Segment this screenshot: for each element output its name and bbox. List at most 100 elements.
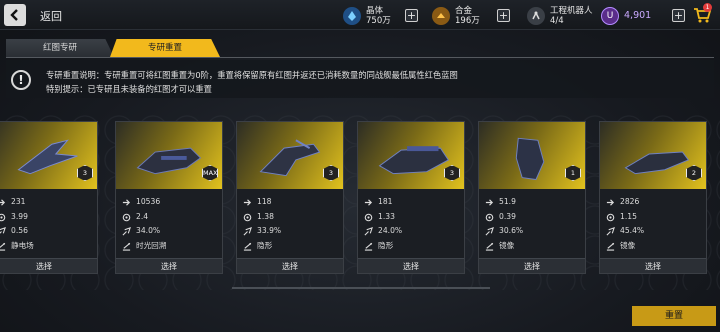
- stat-row: 34.0%: [116, 224, 222, 239]
- scrollbar[interactable]: [232, 287, 490, 289]
- crystal-resource: 晶体 750万: [343, 5, 391, 27]
- stat-row: 51.9: [479, 195, 585, 210]
- stat-value: 118: [257, 197, 272, 206]
- stat-list: 231 3.99 0.56 静电场: [0, 195, 97, 253]
- ability-icon: [122, 242, 131, 251]
- stat-row: 10536: [116, 195, 222, 210]
- blueprint-card[interactable]: 3 181 1.33 24.0% 隐形 选择: [357, 121, 465, 274]
- stat-icon: [606, 227, 615, 236]
- tab-research-reset[interactable]: 专研重置: [110, 39, 220, 57]
- currency-resource: U 4,901: [601, 5, 651, 27]
- robot-label: 工程机器人: [550, 6, 593, 16]
- stat-value: 45.4%: [620, 226, 645, 235]
- ability-row: 镜像: [600, 239, 706, 254]
- ability-name: 镜像: [620, 240, 636, 250]
- stat-value: 2.4: [136, 211, 149, 221]
- stat-row: 1.38: [237, 210, 343, 225]
- stat-value: 0.39: [499, 211, 516, 221]
- stat-row: 2826: [600, 195, 706, 210]
- crystal-label: 晶体: [366, 6, 384, 16]
- stat-row: 45.4%: [600, 224, 706, 239]
- stat-icon: [606, 198, 615, 207]
- chevron-left-icon: [10, 9, 18, 21]
- back-label: 返回: [40, 10, 62, 23]
- ability-row: 镜像: [479, 239, 585, 254]
- cart-badge: 1: [703, 3, 712, 12]
- stat-row: 33.9%: [237, 224, 343, 239]
- blueprint-card[interactable]: 3 118 1.38 33.9% 隐形 选择: [236, 121, 344, 274]
- stat-value: 0.56: [11, 226, 28, 235]
- select-button[interactable]: 选择: [479, 258, 585, 273]
- stat-icon: [243, 227, 252, 236]
- stat-value: 24.0%: [378, 226, 403, 235]
- stat-value: 1.38: [257, 211, 274, 221]
- ability-icon: [243, 242, 252, 251]
- blueprint-card[interactable]: 2 2826 1.15 45.4% 镜像 选择: [599, 121, 707, 274]
- blueprint-card[interactable]: 3 231 3.99 0.56 静电场 选择: [0, 121, 98, 274]
- alloy-icon: [432, 7, 450, 25]
- reset-tip: 特别提示：已专研且未装备的红图才可以重置: [46, 84, 212, 94]
- select-button[interactable]: 选择: [237, 258, 343, 273]
- add-currency-button[interactable]: +: [672, 9, 685, 22]
- stat-icon: [606, 213, 615, 222]
- stat-icon: [0, 227, 6, 236]
- stat-row: 181: [358, 195, 464, 210]
- stat-icon: [485, 227, 494, 236]
- add-alloy-button[interactable]: +: [497, 9, 510, 22]
- ability-icon: [606, 242, 615, 251]
- stat-row: 3.99: [0, 210, 97, 225]
- stat-row: 118: [237, 195, 343, 210]
- select-button[interactable]: 选择: [358, 258, 464, 273]
- select-button[interactable]: 选择: [0, 258, 97, 273]
- stat-icon: [364, 198, 373, 207]
- ability-row: 时光回溯: [116, 239, 222, 254]
- add-crystal-button[interactable]: +: [405, 9, 418, 22]
- robot-resource: 工程机器人 4/4: [527, 5, 593, 27]
- stat-list: 118 1.38 33.9% 隐形: [237, 195, 343, 253]
- stat-row: 0.56: [0, 224, 97, 239]
- alloy-label: 合金: [455, 6, 473, 16]
- stat-row: 30.6%: [479, 224, 585, 239]
- stat-icon: [485, 213, 494, 222]
- ability-row: 静电场: [0, 239, 97, 254]
- select-button[interactable]: 选择: [600, 258, 706, 273]
- stat-row: 24.0%: [358, 224, 464, 239]
- stat-row: 2.4: [116, 210, 222, 225]
- stat-value: 181: [378, 197, 393, 206]
- select-button[interactable]: 选择: [116, 258, 222, 273]
- ability-icon: [0, 242, 6, 251]
- blueprint-card[interactable]: MAX 10536 2.4 34.0% 时光回溯 选择: [115, 121, 223, 274]
- robot-icon: [527, 7, 545, 25]
- stat-value: 51.9: [499, 197, 516, 206]
- ability-name: 时光回溯: [136, 240, 167, 250]
- stat-value: 3.99: [11, 211, 28, 221]
- top-bar: 返回 晶体 750万 + 合金 196万 + 工程机器人 4/4 U 4,901 + …: [0, 0, 720, 30]
- shop-cart-button[interactable]: 1: [692, 3, 712, 25]
- blueprint-card[interactable]: 1 51.9 0.39 30.6% 镜像 选择: [478, 121, 586, 274]
- stat-icon: [364, 227, 373, 236]
- currency-value: 4,901: [624, 10, 652, 21]
- stat-icon: [243, 198, 252, 207]
- alloy-value: 196万: [455, 16, 480, 26]
- stat-list: 181 1.33 24.0% 隐形: [358, 195, 464, 253]
- ability-name: 隐形: [378, 240, 394, 250]
- reset-button[interactable]: 重置: [632, 306, 716, 326]
- stat-icon: [122, 198, 131, 207]
- robot-value: 4/4: [550, 16, 564, 26]
- stat-value: 231: [11, 197, 26, 206]
- stat-icon: [243, 213, 252, 222]
- ability-name: 镜像: [499, 240, 515, 250]
- ability-name: 静电场: [11, 240, 34, 250]
- stat-icon: [485, 198, 494, 207]
- stat-list: 10536 2.4 34.0% 时光回溯: [116, 195, 222, 253]
- ability-row: 隐形: [358, 239, 464, 254]
- stat-icon: [122, 227, 131, 236]
- back-button[interactable]: [4, 4, 26, 26]
- tab-blueprint-research[interactable]: 红图专研: [6, 39, 114, 57]
- alloy-resource: 合金 196万: [432, 5, 480, 27]
- stat-row: 1.15: [600, 210, 706, 225]
- stat-row: 0.39: [479, 210, 585, 225]
- reset-description: 专研重置说明：专研重置可将红图重置为0阶，重置将保留原有红图并返还已消耗数量的同…: [46, 70, 458, 80]
- stat-value: 1.15: [620, 211, 637, 221]
- stat-value: 1.33: [378, 211, 395, 221]
